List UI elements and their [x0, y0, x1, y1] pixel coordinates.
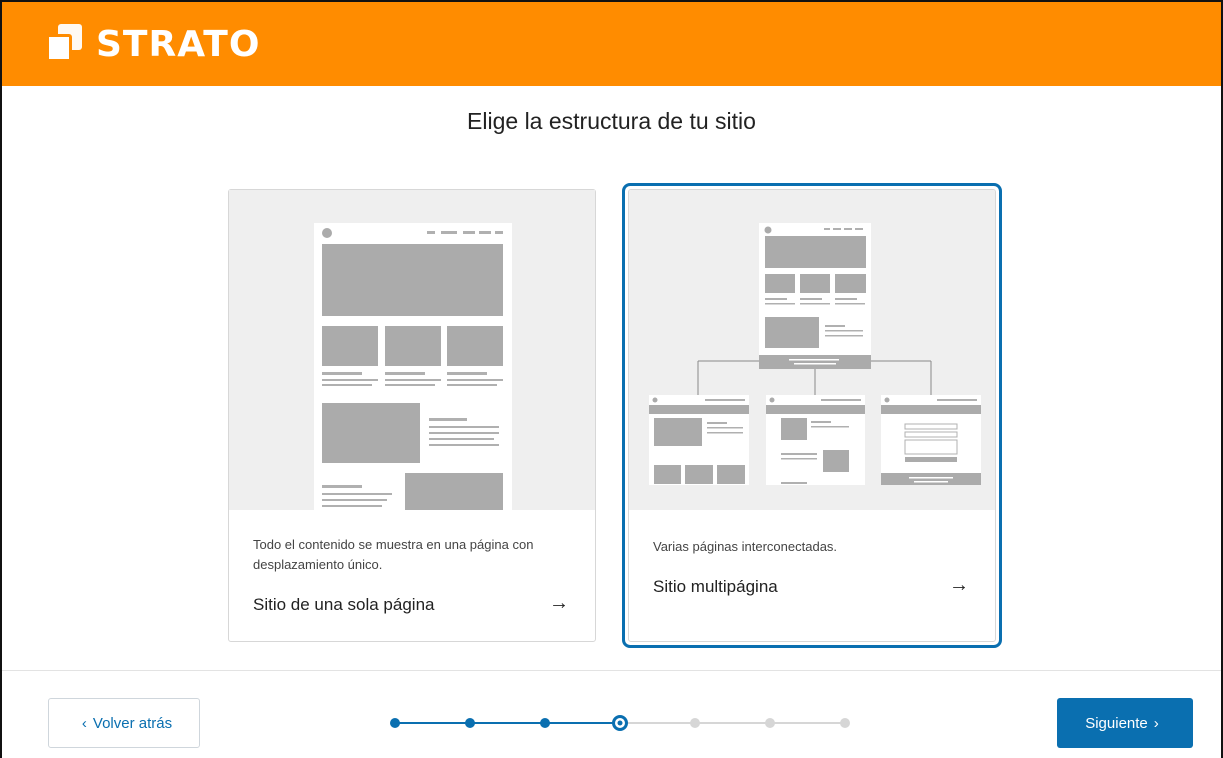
progress-step-5 — [690, 718, 700, 728]
progress-step-3 — [540, 718, 550, 728]
brand-name: STRATO — [96, 23, 261, 65]
option-title: Sitio de una sola página — [253, 595, 435, 614]
strato-logo: STRATO — [46, 22, 260, 66]
next-button[interactable]: Siguiente › — [1057, 698, 1193, 748]
option-single-page-card[interactable]: Todo el contenido se muestra en una pági… — [228, 189, 596, 642]
back-button-label: Volver atrás — [92, 714, 173, 732]
header-bar: STRATO — [2, 2, 1221, 86]
progress-step-current-dot — [617, 720, 623, 726]
option-title: Sitio multipágina — [653, 577, 778, 596]
page-title: Elige la estructura de tu sitio — [467, 108, 756, 134]
strato-logo-icon — [46, 24, 82, 64]
back-button[interactable]: ‹ Volver atrás — [48, 698, 200, 748]
progress-step-2 — [465, 718, 475, 728]
progress-step-6 — [765, 718, 775, 728]
footer-navigation: ‹ Volver atrás Siguiente › — [2, 670, 1221, 758]
single-page-preview-image — [229, 190, 595, 510]
chevron-left-icon: ‹ — [81, 714, 87, 732]
arrow-right-icon: → — [549, 592, 569, 614]
multipage-preview-image — [629, 190, 995, 510]
progress-step-1 — [390, 718, 400, 728]
option-multipage-card[interactable]: Varias páginas interconectadas. Sitio mu… — [622, 183, 1002, 648]
arrow-right-icon: → — [949, 574, 969, 596]
chevron-right-icon: › — [1153, 714, 1159, 732]
app-window: STRATO Elige la estructura de tu sitio T… — [0, 0, 1223, 758]
progress-step-7 — [840, 718, 850, 728]
progress-stepper — [390, 715, 850, 731]
next-button-label: Siguiente — [1085, 714, 1148, 732]
option-description: Todo el contenido se muestra en una pági… — [253, 537, 534, 572]
option-description: Varias páginas interconectadas. — [653, 539, 838, 554]
